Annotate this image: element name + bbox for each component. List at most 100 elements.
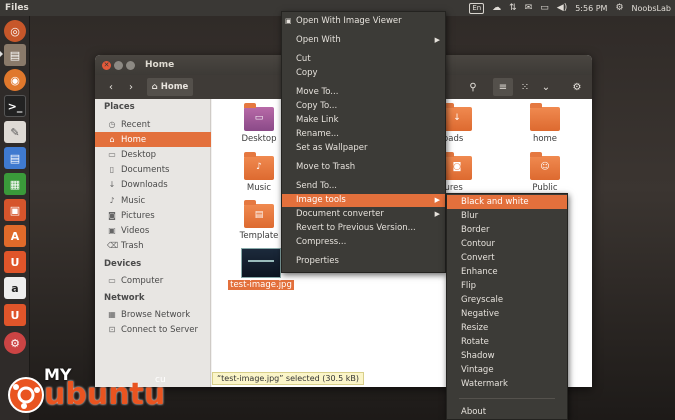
maximize-button[interactable] xyxy=(126,60,135,70)
sidebar-item-browse-network[interactable]: ▦ Browse Network xyxy=(95,307,211,322)
sidebar-item-documents[interactable]: ▯ Documents xyxy=(95,162,211,177)
submenu-item-resize[interactable]: Resize xyxy=(447,321,567,335)
mail-icon[interactable]: ✉ xyxy=(525,0,533,16)
submenu-item-border[interactable]: Border xyxy=(447,223,567,237)
submenu-item-watermark[interactable]: Watermark xyxy=(447,377,567,391)
menu-item-move-to-trash[interactable]: Move to Trash xyxy=(282,161,445,174)
menu-item-rename[interactable]: Rename... xyxy=(282,128,445,141)
view-options-button[interactable]: ⌄ xyxy=(537,78,555,96)
menu-item-set-wallpaper[interactable]: Set as Wallpaper xyxy=(282,142,445,155)
sidebar-item-music[interactable]: ♪ Music xyxy=(95,193,211,208)
search-button[interactable]: ⚲ xyxy=(463,78,483,96)
impress-icon[interactable]: ▣ xyxy=(4,199,26,221)
file-label: test-image.jpg xyxy=(228,280,294,290)
menu-item-revert-version[interactable]: Revert to Previous Version... xyxy=(282,222,445,235)
sidebar-item-downloads[interactable]: ↓ Downloads xyxy=(95,177,211,192)
file-item-public[interactable]: ☺ Public xyxy=(515,152,575,193)
submenu-item-about[interactable]: About xyxy=(447,405,567,419)
menu-item-document-converter[interactable]: Document converter ▶ xyxy=(282,208,445,221)
file-item-music[interactable]: ♪ Music xyxy=(229,152,289,193)
file-label: Music xyxy=(246,183,272,193)
menu-item-open-with[interactable]: Open With ▶ xyxy=(282,34,445,47)
sidebar-item-label: Desktop xyxy=(121,149,157,160)
amazon-icon[interactable]: a xyxy=(4,277,26,299)
back-button[interactable]: ‹ xyxy=(101,78,121,96)
app-menu-button[interactable]: ⚙ xyxy=(567,78,587,96)
sidebar-item-label: Documents xyxy=(121,164,170,175)
places-heading: Places xyxy=(104,102,135,112)
submenu-item-label: Vintage xyxy=(461,365,494,375)
submenu-item-blur[interactable]: Blur xyxy=(447,209,567,223)
file-item-templates[interactable]: ▤ Template xyxy=(229,200,289,241)
submenu-item-negative[interactable]: Negative xyxy=(447,307,567,321)
user-indicator[interactable]: NoobsLab xyxy=(632,4,671,13)
submenu-item-shadow[interactable]: Shadow xyxy=(447,349,567,363)
sidebar-item-label: Downloads xyxy=(121,179,168,190)
sidebar-item-desktop[interactable]: ▭ Desktop xyxy=(95,147,211,162)
terminal-icon[interactable]: >_ xyxy=(4,95,26,117)
menu-item-label: Copy xyxy=(296,68,318,78)
sidebar-item-label: Pictures xyxy=(121,210,155,221)
chevron-right-icon: ▶ xyxy=(434,36,440,44)
sidebar-item-recent[interactable]: ◷ Recent xyxy=(95,117,211,132)
list-view-button[interactable]: ≡ xyxy=(493,78,513,96)
sidebar-item-label: Browse Network xyxy=(121,309,191,320)
status-bar: “test-image.jpg” selected (30.5 kB) xyxy=(212,372,364,385)
sidebar-item-computer[interactable]: ▭ Computer xyxy=(95,273,211,288)
grid-view-button[interactable]: ⁙ xyxy=(515,78,535,96)
menu-item-send-to[interactable]: Send To... xyxy=(282,180,445,193)
location-home-button[interactable]: ⌂ Home xyxy=(147,78,193,96)
menu-item-cut[interactable]: Cut xyxy=(282,53,445,66)
text-editor-icon[interactable]: ✎ xyxy=(4,121,26,143)
sidebar-item-trash[interactable]: ⌫ Trash xyxy=(95,238,211,253)
dash-icon[interactable]: ◎ xyxy=(4,20,26,42)
submenu-item-convert[interactable]: Convert xyxy=(447,251,567,265)
settings-icon[interactable]: ⚙ xyxy=(4,332,26,354)
network-icon[interactable]: ⇅ xyxy=(509,0,517,16)
menu-item-compress[interactable]: Compress... xyxy=(282,236,445,249)
forward-button[interactable]: › xyxy=(121,78,141,96)
minimize-button[interactable] xyxy=(114,60,123,70)
sidebar-item-pictures[interactable]: ◙ Pictures xyxy=(95,208,211,223)
menu-item-image-tools[interactable]: Image tools ▶ xyxy=(282,194,445,207)
firefox-icon[interactable]: ◉ xyxy=(4,69,26,91)
file-item-home[interactable]: home xyxy=(515,103,575,144)
close-button[interactable]: ✕ xyxy=(102,60,111,70)
menu-item-properties[interactable]: Properties xyxy=(282,255,445,268)
ubuntu-one-icon[interactable]: U xyxy=(4,251,26,273)
calc-icon[interactable]: ▦ xyxy=(4,173,26,195)
submenu-item-enhance[interactable]: Enhance xyxy=(447,265,567,279)
launcher: ◎ ▤ ◉ >_ ✎ ▤ ▦ ▣ A U a U ⚙ xyxy=(0,16,30,420)
volume-icon[interactable]: ◀) xyxy=(557,0,567,16)
ubuntu-one-music-icon[interactable]: U xyxy=(4,304,26,326)
submenu-item-black-and-white[interactable]: Black and white xyxy=(447,195,567,209)
folder-downloads-icon: ↓ xyxy=(442,103,472,131)
submenu-item-rotate[interactable]: Rotate xyxy=(447,335,567,349)
menu-item-label: Move to Trash xyxy=(296,162,356,172)
clock-indicator[interactable]: 5:56 PM xyxy=(575,4,607,13)
battery-icon[interactable]: ▭ xyxy=(540,0,549,16)
cloud-icon[interactable]: ☁ xyxy=(492,0,501,16)
submenu-item-vintage[interactable]: Vintage xyxy=(447,363,567,377)
sidebar-item-videos[interactable]: ▣ Videos xyxy=(95,223,211,238)
submenu-item-greyscale[interactable]: Greyscale xyxy=(447,293,567,307)
software-center-icon[interactable]: A xyxy=(4,225,26,247)
writer-icon[interactable]: ▤ xyxy=(4,147,26,169)
menu-item-copy[interactable]: Copy xyxy=(282,67,445,80)
image-tools-submenu: Black and white Blur Border Contour Conv… xyxy=(446,193,568,420)
file-item-desktop[interactable]: ▭ Desktop xyxy=(229,103,289,144)
window-title: Home xyxy=(145,60,175,70)
menu-item-make-link[interactable]: Make Link xyxy=(282,114,445,127)
menu-item-move-to[interactable]: Move To... xyxy=(282,86,445,99)
gear-icon[interactable]: ⚙ xyxy=(615,0,623,16)
submenu-item-flip[interactable]: Flip xyxy=(447,279,567,293)
menu-item-open-with-image-viewer[interactable]: ▣ Open With Image Viewer xyxy=(282,15,445,28)
sidebar-item-home[interactable]: ⌂ Home xyxy=(95,132,211,147)
menu-item-copy-to[interactable]: Copy To... xyxy=(282,100,445,113)
sidebar-item-connect-server[interactable]: ⊡ Connect to Server xyxy=(95,322,211,337)
running-indicator xyxy=(0,51,3,57)
files-icon[interactable]: ▤ xyxy=(4,44,26,66)
search-icon: ⚲ xyxy=(469,81,477,93)
keyboard-icon[interactable]: En xyxy=(469,2,485,14)
submenu-item-contour[interactable]: Contour xyxy=(447,237,567,251)
